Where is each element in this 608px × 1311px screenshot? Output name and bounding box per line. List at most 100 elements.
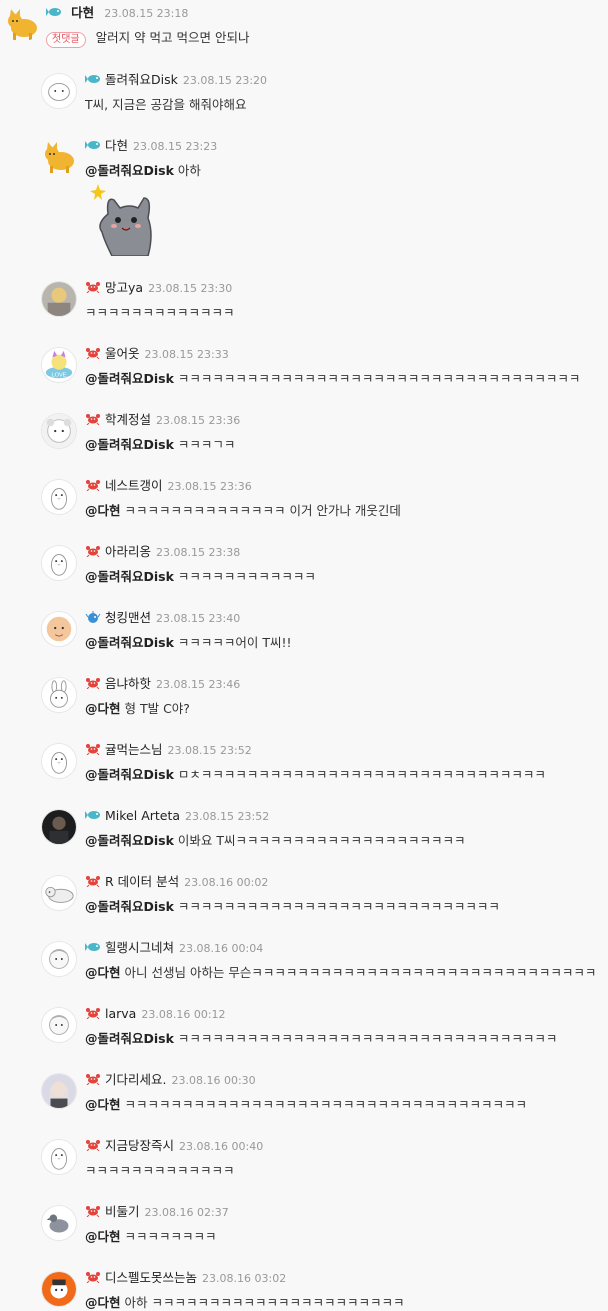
nickname[interactable]: 기다리세요. [105,1072,166,1087]
timestamp: 23.08.15 23:36 [167,480,252,493]
comment-body: @다현 아니 선생님 아하는 무슨ㅋㅋㅋㅋㅋㅋㅋㅋㅋㅋㅋㅋㅋㅋㅋㅋㅋㅋㅋㅋㅋㅋㅋ… [85,962,596,981]
crab-badge-icon [85,1007,101,1019]
avatar[interactable] [41,809,77,845]
avatar[interactable] [41,1139,77,1175]
nickname[interactable]: 네스트갱이 [105,478,163,493]
mention-link[interactable]: @다현 [85,1229,121,1244]
comment-body: @다현 ㅋㅋㅋㅋㅋㅋㅋㅋㅋㅋㅋㅋㅋㅋㅋㅋㅋㅋㅋㅋㅋㅋㅋㅋㅋㅋㅋㅋㅋㅋㅋㅋㅋㅋㅋ [85,1094,527,1113]
avatar[interactable] [41,479,77,515]
nickname[interactable]: 힐랭시그네쳐 [105,940,174,955]
avatar[interactable] [41,941,77,977]
avatar[interactable] [41,413,77,449]
avatar[interactable] [41,139,77,175]
avatar[interactable]: LOVE [41,347,77,383]
crab-badge-icon [85,875,101,887]
nickname[interactable]: 디스펠도못쓰는놈 [105,1270,197,1285]
comment-header: 다현 23.08.15 23:18 [46,2,188,20]
avatar[interactable] [4,6,40,42]
mention-link[interactable]: @돌려줘요Disk [85,163,174,178]
comment-header: 울어옷 23.08.15 23:33 [85,343,229,361]
nickname[interactable]: 비둘기 [105,1204,140,1219]
comment-body: @돌려줘요Disk ㅋㅋㅋㅋㅋㅋㅋㅋㅋㅋㅋㅋㅋㅋㅋㅋㅋㅋㅋㅋㅋㅋㅋㅋㅋㅋㅋㅋㅋㅋ… [85,1028,557,1047]
mention-link[interactable]: @돌려줘요Disk [85,1031,174,1046]
nickname[interactable]: 돌려줘요Disk [105,72,178,87]
comment-text: ㅋㅋㅋㅋㅋㅋㅋㅋㅋㅋㅋㅋㅋㅋ 이거 안가나 개웃긴데 [124,503,401,518]
crab-badge-icon [85,545,101,557]
comment-text: ㅋㅋㅋㅋㅋㅋㅋㅋㅋㅋㅋㅋㅋㅋㅋㅋㅋㅋㅋㅋㅋㅋㅋㅋㅋㅋㅋㅋㅋㅋㅋㅋㅋㅋㅋ [177,371,581,386]
comment-header: 지금당장즉시 23.08.16 00:40 [85,1135,263,1153]
mention-link[interactable]: @돌려줘요Disk [85,371,174,386]
mention-link[interactable]: @다현 [85,1097,121,1112]
nickname[interactable]: R 데이터 분석 [105,874,179,889]
avatar[interactable] [41,1205,77,1241]
nickname[interactable]: 청킹맨션 [105,610,151,625]
nickname[interactable]: 다현 [71,5,94,20]
comment-body: @다현 아하 ㅋㅋㅋㅋㅋㅋㅋㅋㅋㅋㅋㅋㅋㅋㅋㅋㅋㅋㅋㅋㅋㅋ [85,1292,404,1311]
nickname[interactable]: 망고ya [105,280,143,295]
timestamp: 23.08.15 23:18 [104,7,189,20]
timestamp: 23.08.16 02:37 [144,1206,229,1219]
timestamp: 23.08.15 23:38 [156,546,241,559]
comment-text: ㅁㅊㅋㅋㅋㅋㅋㅋㅋㅋㅋㅋㅋㅋㅋㅋㅋㅋㅋㅋㅋㅋㅋㅋㅋㅋㅋㅋㅋㅋㅋㅋ [177,767,546,782]
avatar[interactable] [41,875,77,911]
comment-text: 아하 [177,163,201,178]
mention-link[interactable]: @돌려줘요Disk [85,899,174,914]
comment-text: ㅋㅋㅋㅋㅋㅋㅋㅋㅋㅋㅋㅋㅋ [85,305,235,320]
crab-badge-icon [85,677,101,689]
avatar[interactable] [41,73,77,109]
avatar[interactable] [41,281,77,317]
crab-badge-icon [85,413,101,425]
avatar[interactable] [41,677,77,713]
comment-text: ㅋㅋㅋㅋㅋㅋㅋㅋㅋㅋㅋㅋㅋㅋㅋㅋㅋㅋㅋㅋㅋㅋㅋㅋㅋㅋㅋㅋ [177,899,500,914]
avatar[interactable] [41,743,77,779]
comment-body: @돌려줘요Disk ㅋㅋㅋㅋㅋㅋㅋㅋㅋㅋㅋㅋ [85,566,316,585]
mention-link[interactable]: @다현 [85,503,121,518]
comment-body: @돌려줘요Disk 이봐요 T씨ㅋㅋㅋㅋㅋㅋㅋㅋㅋㅋㅋㅋㅋㅋㅋㅋㅋㅋㅋㅋ [85,830,466,849]
nickname[interactable]: 음냐하핫 [105,676,151,691]
mention-link[interactable]: @돌려줘요Disk [85,569,174,584]
avatar[interactable] [41,1271,77,1307]
timestamp: 23.08.16 03:02 [202,1272,287,1285]
comment-body: @다현 ㅋㅋㅋㅋㅋㅋㅋㅋㅋㅋㅋㅋㅋㅋ 이거 안가나 개웃긴데 [85,500,401,519]
nickname[interactable]: 지금당장즉시 [105,1138,174,1153]
timestamp: 23.08.16 00:04 [179,942,264,955]
comment-header: 청킹맨션 23.08.15 23:40 [85,607,240,625]
blowfish-badge-icon [85,611,101,623]
mention-link[interactable]: @돌려줘요Disk [85,437,174,452]
comment-header: 디스펠도못쓰는놈 23.08.16 03:02 [85,1267,286,1285]
avatar[interactable] [41,1073,77,1109]
comment-header: 네스트갱이 23.08.15 23:36 [85,475,252,493]
nickname[interactable]: 아라리옹 [105,544,151,559]
nickname[interactable]: 학계정설 [105,412,151,427]
crab-badge-icon [85,1205,101,1217]
comment-header: 음냐하핫 23.08.15 23:46 [85,673,240,691]
crab-badge-icon [85,1073,101,1085]
nickname[interactable]: larva [105,1006,136,1021]
comment-text: ㅋㅋㅋㅋㅋㅋㅋㅋ [124,1229,217,1244]
nickname[interactable]: 귤먹는스님 [105,742,163,757]
avatar[interactable] [41,611,77,647]
mention-link[interactable]: @돌려줘요Disk [85,767,174,782]
timestamp: 23.08.15 23:40 [156,612,241,625]
comment-header: 돌려줘요Disk 23.08.15 23:20 [85,69,267,87]
mention-link[interactable]: @돌려줘요Disk [85,833,174,848]
comment-header: 기다리세요. 23.08.16 00:30 [85,1069,256,1087]
comment-text: ㅋㅋㅋㅋㅋ어이 T씨!! [177,635,292,650]
avatar[interactable] [41,1007,77,1043]
mention-link[interactable]: @돌려줘요Disk [85,635,174,650]
mention-link[interactable]: @다현 [85,965,121,980]
timestamp: 23.08.15 23:33 [144,348,229,361]
comment-text: 형 T발 C야? [124,701,190,716]
nickname[interactable]: 울어옷 [105,346,140,361]
comment-text: ㅋㅋㅋㅋㅋㅋㅋㅋㅋㅋㅋㅋㅋㅋㅋㅋㅋㅋㅋㅋㅋㅋㅋㅋㅋㅋㅋㅋㅋㅋㅋㅋㅋ [177,1031,558,1046]
comment-header: larva 23.08.16 00:12 [85,1003,226,1021]
timestamp: 23.08.15 23:52 [167,744,252,757]
comment-body: @다현 ㅋㅋㅋㅋㅋㅋㅋㅋ [85,1226,217,1245]
nickname[interactable]: Mikel Arteta [105,808,180,823]
comment-header: R 데이터 분석 23.08.16 00:02 [85,871,268,889]
mention-link[interactable]: @다현 [85,701,121,716]
nickname[interactable]: 다현 [105,138,128,153]
comment-body: @돌려줘요Disk 아하 [85,160,201,179]
avatar[interactable] [41,545,77,581]
mention-link[interactable]: @다현 [85,1295,121,1310]
